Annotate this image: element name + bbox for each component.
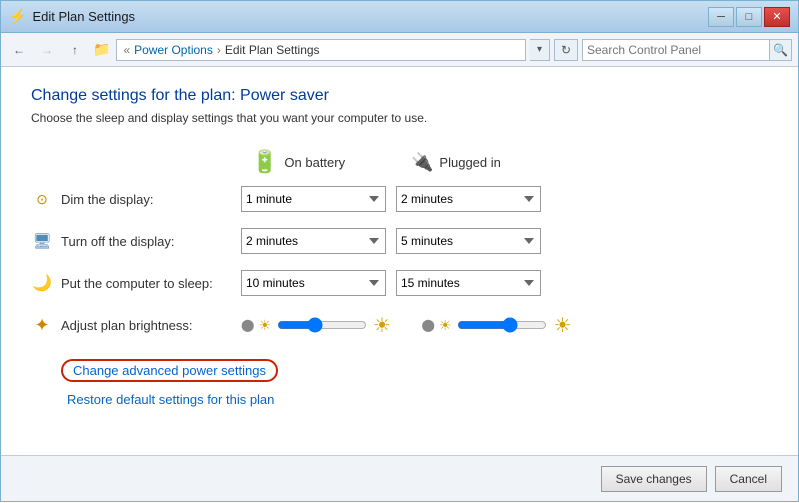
title-bar-controls: ─ □ ✕ [708, 7, 790, 27]
sleep-row: 🌙 Put the computer to sleep: 1 minute 2 … [31, 269, 768, 297]
brightness-sun-large-plugged: ☀ [553, 313, 571, 338]
brightness-sun-small-plugged: ☀ [439, 317, 452, 334]
path-dropdown[interactable]: ▾ [530, 39, 550, 61]
address-bar: ← → ↑ 📁 « Power Options › Edit Plan Sett… [1, 33, 798, 67]
window-title: Edit Plan Settings [32, 9, 135, 24]
title-bar: ⚡ Edit Plan Settings ─ □ ✕ [1, 1, 798, 33]
brightness-label: Adjust plan brightness: [61, 318, 241, 333]
minimize-button[interactable]: ─ [708, 7, 734, 27]
dim-display-plugged-select[interactable]: 1 minute 2 minutes 3 minutes 5 minutes 1… [396, 186, 541, 212]
column-headers: 🔋 On battery 🔌 Plugged in [31, 149, 768, 175]
brightness-icon-large: ✦ [34, 315, 49, 336]
advanced-power-settings-link[interactable]: Change advanced power settings [61, 359, 278, 382]
sleep-plugged-select[interactable]: 1 minute 2 minutes 3 minutes 5 minutes 1… [396, 270, 541, 296]
window-icon: ⚡ [9, 8, 26, 25]
sleep-icon: 🌙 [31, 272, 53, 294]
sleep-label: Put the computer to sleep: [61, 276, 241, 291]
plan-subtitle: Choose the sleep and display settings th… [31, 111, 768, 125]
links-area: Change advanced power settings Restore d… [31, 359, 768, 407]
turn-off-display-plugged-select[interactable]: 1 minute 2 minutes 3 minutes 5 minutes 1… [396, 228, 541, 254]
display-icon: 🖥 [31, 230, 53, 252]
turn-off-display-controls: 1 minute 2 minutes 3 minutes 5 minutes 1… [241, 228, 541, 254]
path-power-options[interactable]: Power Options [134, 43, 213, 57]
brightness-setting-icon: ✦ [31, 314, 53, 336]
path-current: Edit Plan Settings [225, 43, 320, 57]
brightness-plugged-dot: ⬤ [421, 318, 434, 332]
search-button[interactable]: 🔍 [769, 40, 791, 60]
title-bar-left: ⚡ Edit Plan Settings [9, 8, 135, 25]
main-window: ⚡ Edit Plan Settings ─ □ ✕ ← → ↑ 📁 « Pow… [0, 0, 799, 502]
refresh-button[interactable]: ↻ [554, 39, 578, 61]
sleep-battery-select[interactable]: 1 minute 2 minutes 3 minutes 5 minutes 1… [241, 270, 386, 296]
brightness-sun-small-battery: ☀ [258, 317, 271, 334]
main-content-area: Change settings for the plan: Power save… [1, 67, 798, 427]
plug-icon: 🔌 [411, 152, 433, 173]
col-header-battery: 🔋 On battery [251, 149, 411, 175]
sleep-controls: 1 minute 2 minutes 3 minutes 5 minutes 1… [241, 270, 541, 296]
maximize-button[interactable]: □ [736, 7, 762, 27]
turn-off-display-label: Turn off the display: [61, 234, 241, 249]
brightness-battery-slider[interactable] [277, 317, 367, 333]
search-input[interactable] [583, 43, 769, 57]
plan-title: Change settings for the plan: Power save… [31, 87, 768, 105]
col-header-battery-label: On battery [284, 155, 345, 170]
cancel-button[interactable]: Cancel [715, 466, 782, 492]
up-button[interactable]: ↑ [63, 38, 87, 62]
window-content: Change settings for the plan: Power save… [1, 67, 798, 503]
dim-display-controls: 1 minute 2 minutes 3 minutes 5 minutes 1… [241, 186, 541, 212]
turn-off-display-row: 🖥 Turn off the display: 1 minute 2 minut… [31, 227, 768, 255]
address-path: « Power Options › Edit Plan Settings [116, 39, 526, 61]
brightness-plugged-slider-wrapper: ☀ ☀ [439, 313, 594, 338]
restore-defaults-link[interactable]: Restore default settings for this plan [61, 392, 768, 407]
forward-button[interactable]: → [35, 38, 59, 62]
search-box: 🔍 [582, 39, 792, 61]
dim-icon: ⊙ [31, 188, 53, 210]
footer: Save changes Cancel [1, 455, 798, 501]
dim-display-label: Dim the display: [61, 192, 241, 207]
folder-icon: 📁 [93, 41, 110, 58]
dim-display-battery-select[interactable]: 1 minute 2 minutes 3 minutes 5 minutes 1… [241, 186, 386, 212]
brightness-battery-section: ⬤ ☀ ☀ [241, 313, 413, 338]
brightness-battery-slider-wrapper: ☀ ☀ [258, 313, 413, 338]
close-button[interactable]: ✕ [764, 7, 790, 27]
brightness-plugged-slider[interactable] [457, 317, 547, 333]
brightness-sun-large-battery: ☀ [373, 313, 391, 338]
sleep-setting-icon: 🌙 [32, 273, 52, 293]
dim-display-row: ⊙ Dim the display: 1 minute 2 minutes 3 … [31, 185, 768, 213]
back-button[interactable]: ← [7, 38, 31, 62]
brightness-plugged-section: ⬤ ☀ ☀ [421, 313, 593, 338]
col-header-plugged-label: Plugged in [439, 155, 500, 170]
brightness-battery-dot: ⬤ [241, 318, 254, 332]
path-separator-2: › [217, 43, 221, 57]
save-changes-button[interactable]: Save changes [601, 466, 707, 492]
battery-icon: 🔋 [251, 149, 278, 175]
turn-off-display-battery-select[interactable]: 1 minute 2 minutes 3 minutes 5 minutes 1… [241, 228, 386, 254]
brightness-row: ✦ Adjust plan brightness: ⬤ ☀ ☀ ⬤ ☀ [31, 311, 768, 339]
turn-off-display-icon: 🖥 [32, 232, 51, 250]
col-header-plugged: 🔌 Plugged in [411, 152, 571, 173]
path-separator-1: « [123, 43, 130, 57]
dim-display-icon: ⊙ [36, 191, 48, 208]
